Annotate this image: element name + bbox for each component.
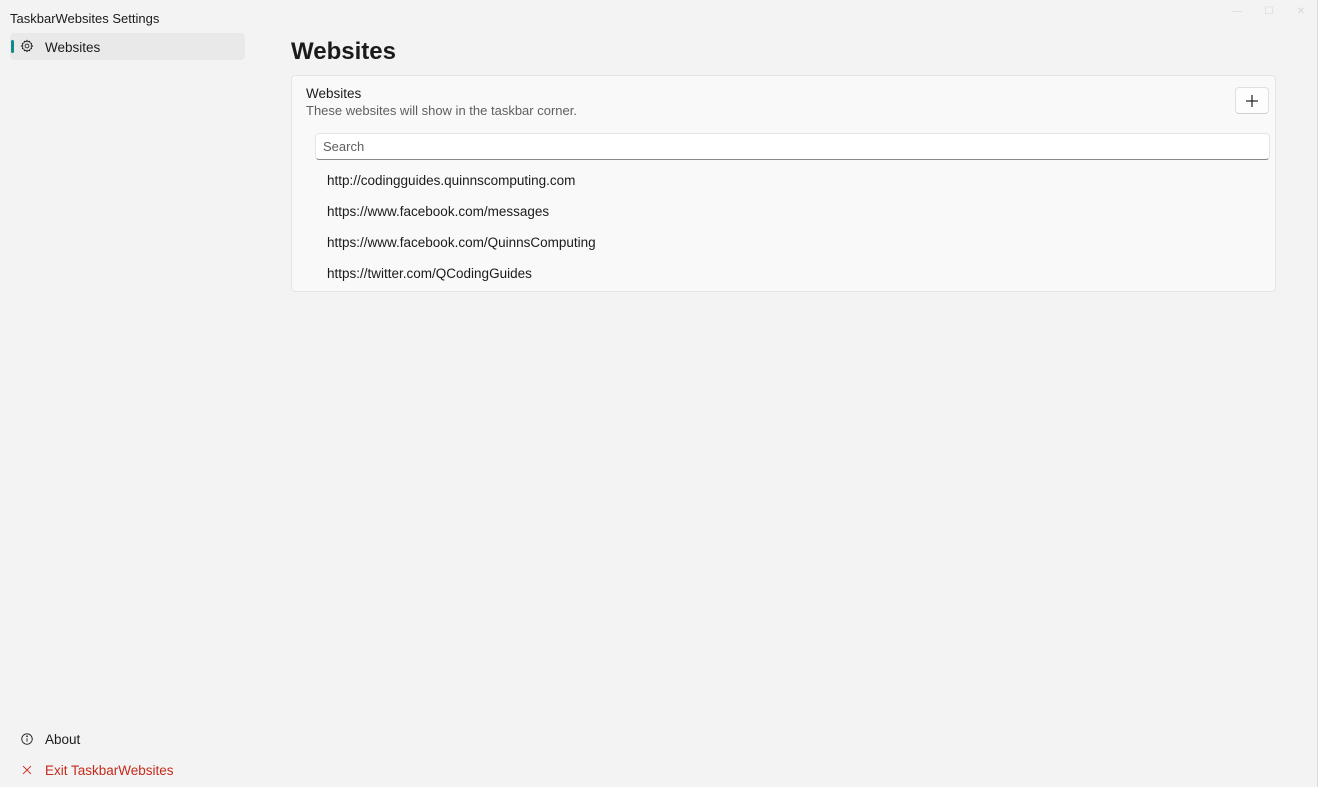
gear-icon	[20, 39, 34, 53]
sidebar-item-label: Exit TaskbarWebsites	[45, 763, 174, 778]
maximize-button[interactable]: ☐	[1253, 0, 1285, 22]
info-icon	[21, 733, 33, 745]
caption-buttons: — ☐ ✕	[1221, 0, 1317, 22]
add-website-button[interactable]	[1235, 87, 1269, 114]
list-item[interactable]: https://twitter.com/QCodingGuides	[315, 258, 1270, 289]
app-title: TaskbarWebsites Settings	[10, 11, 160, 26]
title-bar[interactable]: TaskbarWebsites Settings — ☐ ✕	[0, 0, 1317, 34]
card-description: These websites will show in the taskbar …	[306, 103, 577, 118]
sidebar-item-websites[interactable]: Websites	[10, 33, 245, 60]
close-icon	[22, 765, 32, 775]
website-list: http://codingguides.quinnscomputing.com …	[315, 165, 1270, 289]
selection-indicator	[11, 40, 14, 53]
close-window-button[interactable]: ✕	[1285, 0, 1317, 22]
minimize-button[interactable]: —	[1221, 0, 1253, 22]
list-item[interactable]: http://codingguides.quinnscomputing.com	[315, 165, 1270, 196]
sidebar-item-exit[interactable]: Exit TaskbarWebsites	[10, 757, 245, 784]
card-title: Websites	[306, 86, 362, 101]
sidebar-item-label: About	[45, 732, 81, 747]
plus-icon	[1246, 94, 1258, 107]
list-item[interactable]: https://www.facebook.com/QuinnsComputing	[315, 227, 1270, 258]
list-item[interactable]: https://www.facebook.com/messages	[315, 196, 1270, 227]
settings-window: TaskbarWebsites Settings — ☐ ✕ Websites …	[0, 0, 1318, 787]
search-input[interactable]	[315, 133, 1270, 160]
page-title: Websites	[291, 38, 396, 65]
sidebar-item-label: Websites	[45, 40, 101, 55]
websites-card: Websites These websites will show in the…	[291, 75, 1276, 292]
sidebar-item-about[interactable]: About	[10, 726, 245, 753]
